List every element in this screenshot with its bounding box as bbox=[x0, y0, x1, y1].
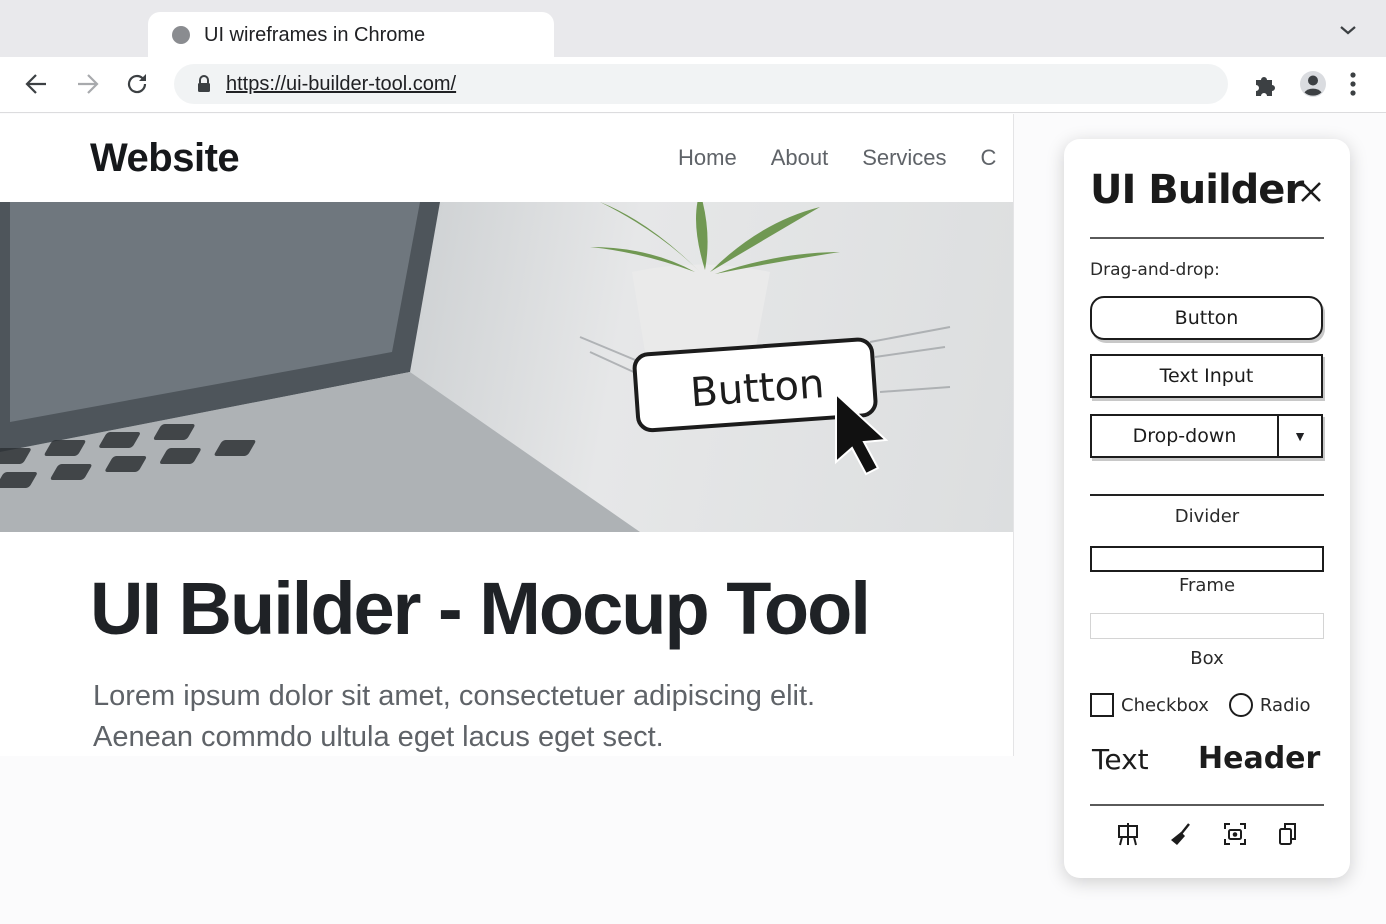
page-title: UI Builder - Mocup Tool bbox=[90, 567, 871, 650]
panel-footer-rule bbox=[1090, 804, 1324, 806]
widget-choice-row: Checkbox Radio bbox=[1090, 693, 1311, 717]
browser-tab[interactable]: UI wireframes in Chrome bbox=[148, 12, 554, 58]
widget-dropdown[interactable]: Drop-down ▼ bbox=[1090, 414, 1323, 458]
reload-icon[interactable] bbox=[122, 69, 152, 99]
widget-box-caption: Box bbox=[1190, 648, 1224, 669]
site-header: Website Home About Services C bbox=[0, 114, 1013, 202]
profile-icon[interactable] bbox=[1298, 69, 1328, 99]
intro-line-2: Aenean commdo ultula eget lacus eget sec… bbox=[93, 721, 664, 753]
widget-checkbox[interactable] bbox=[1090, 693, 1114, 717]
widget-divider-caption: Divider bbox=[1174, 506, 1240, 527]
site-logo[interactable]: Website bbox=[90, 136, 240, 181]
broom-icon[interactable] bbox=[1169, 822, 1193, 846]
web-page: Website Home About Services C Button UI … bbox=[0, 114, 1014, 756]
address-bar[interactable]: https://ui-builder-tool.com/ bbox=[174, 64, 1228, 104]
panel-title: UI Builder bbox=[1090, 167, 1304, 213]
drag-drop-label: Drag-and-drop: bbox=[1090, 260, 1220, 280]
favicon-icon bbox=[172, 26, 190, 44]
page-intro: Lorem ipsum dolor sit amet, consectetuer… bbox=[93, 676, 973, 756]
ui-builder-panel: UI Builder Drag-and-drop: Button Text In… bbox=[1064, 139, 1350, 878]
easel-icon[interactable] bbox=[1116, 822, 1140, 846]
site-nav: Home About Services C bbox=[678, 145, 996, 171]
forward-icon[interactable] bbox=[72, 69, 102, 99]
chevron-down-icon: ▼ bbox=[1293, 428, 1307, 444]
tab-strip: UI wireframes in Chrome bbox=[0, 0, 1386, 58]
panel-tools bbox=[1116, 822, 1300, 846]
widget-text-input[interactable]: Text Input bbox=[1090, 354, 1323, 398]
screenshot-icon[interactable] bbox=[1223, 822, 1247, 846]
nav-home[interactable]: Home bbox=[678, 145, 737, 171]
panel-title-rule bbox=[1090, 237, 1324, 239]
widget-frame-caption: Frame bbox=[1178, 575, 1236, 596]
back-icon[interactable] bbox=[22, 69, 52, 99]
widget-divider[interactable] bbox=[1090, 494, 1324, 496]
nav-contact[interactable]: C bbox=[981, 145, 997, 171]
widget-radio-label: Radio bbox=[1259, 694, 1311, 716]
nav-services[interactable]: Services bbox=[862, 145, 946, 171]
widget-box[interactable] bbox=[1090, 613, 1324, 639]
intro-line-1: Lorem ipsum dolor sit amet, consectetuer… bbox=[93, 680, 816, 712]
extensions-icon[interactable] bbox=[1250, 69, 1280, 99]
widget-frame[interactable] bbox=[1090, 546, 1324, 572]
hero-image: Button bbox=[0, 202, 1013, 532]
browser-toolbar: https://ui-builder-tool.com/ bbox=[0, 57, 1386, 113]
widget-text[interactable]: Text bbox=[1092, 743, 1149, 776]
menu-icon[interactable] bbox=[1338, 69, 1368, 99]
hero-illustration: Button bbox=[0, 202, 951, 532]
nav-about[interactable]: About bbox=[771, 145, 829, 171]
close-icon[interactable] bbox=[1298, 179, 1324, 205]
tab-dropdown-icon[interactable] bbox=[1338, 20, 1358, 40]
url-text[interactable]: https://ui-builder-tool.com/ bbox=[226, 73, 456, 96]
hero-button-label: Button bbox=[689, 361, 826, 416]
widget-header[interactable]: Header bbox=[1198, 741, 1320, 776]
widget-checkbox-label: Checkbox bbox=[1121, 694, 1209, 716]
lock-icon[interactable] bbox=[196, 75, 212, 93]
widget-dropdown-label: Drop-down bbox=[1092, 416, 1279, 456]
widget-radio[interactable] bbox=[1228, 693, 1253, 717]
copy-icon[interactable] bbox=[1276, 822, 1300, 846]
tab-title: UI wireframes in Chrome bbox=[204, 23, 426, 46]
widget-button[interactable]: Button bbox=[1090, 296, 1323, 340]
